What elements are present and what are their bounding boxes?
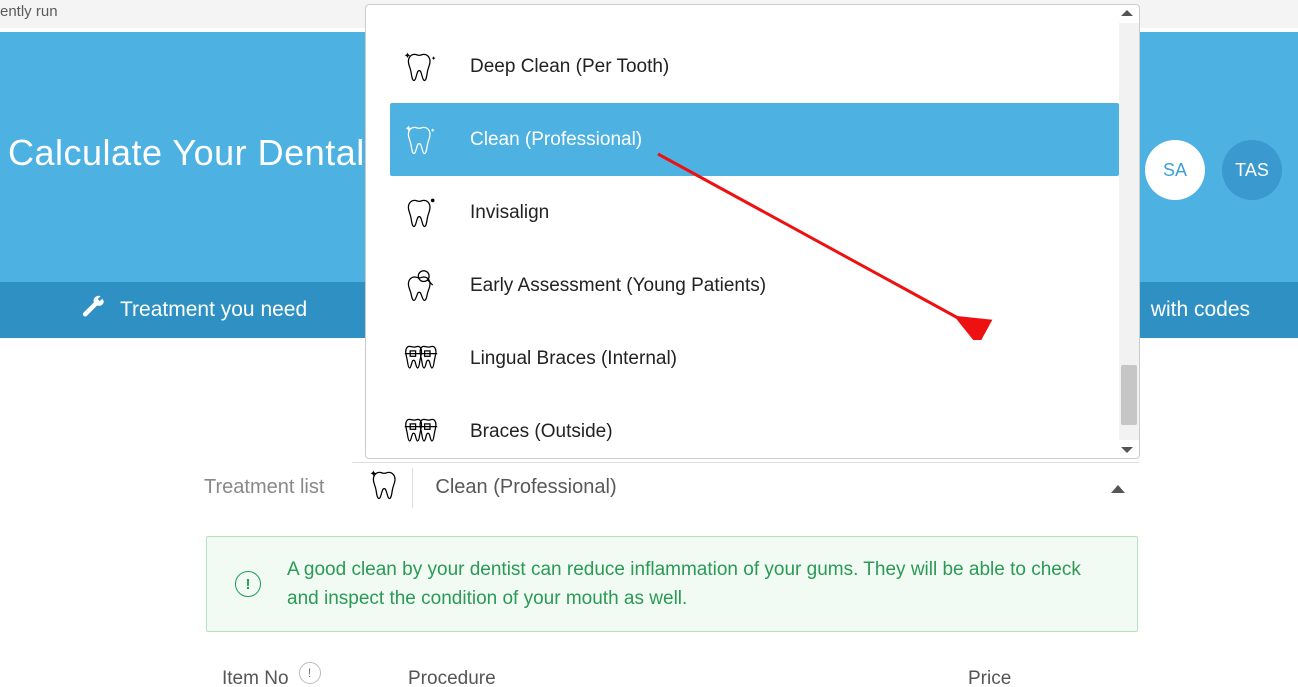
treatment-select-row: Treatment list Clean (Professional) — [204, 462, 1139, 512]
tooth-sparkle-icon — [402, 121, 440, 159]
dropdown-option-label: Lingual Braces (Internal) — [470, 348, 677, 370]
treatment-dropdown-panel: Deep Clean (Per Tooth) Clean (Profession… — [365, 4, 1140, 459]
tab-label: Treatment you need — [120, 298, 307, 322]
state-pill-sa[interactable]: SA — [1145, 140, 1205, 200]
dropdown-option-label: Deep Clean (Per Tooth) — [470, 56, 669, 78]
dropdown-option-invisalign[interactable]: Invisalign — [366, 176, 1119, 249]
treatment-select-value: Clean (Professional) — [435, 476, 616, 499]
braces-icon — [402, 340, 440, 378]
treatment-select[interactable]: Clean (Professional) — [352, 462, 1139, 512]
truncated-text: ently run — [0, 3, 58, 20]
info-badge-icon[interactable]: ! — [299, 662, 321, 684]
tooth-sparkle-icon — [402, 48, 440, 86]
info-icon: ! — [235, 571, 261, 597]
tooth-sparkle-icon — [368, 467, 404, 508]
dropdown-option-label: Invisalign — [470, 202, 549, 224]
column-header-procedure: Procedure — [408, 668, 968, 687]
dropdown-option-clean-professional[interactable]: Clean (Professional) — [390, 103, 1119, 176]
braces-icon — [402, 413, 440, 451]
scrollbar-thumb[interactable] — [1121, 365, 1137, 425]
scroll-up-button[interactable] — [1121, 10, 1133, 16]
tooth-dot-icon — [402, 194, 440, 232]
tab-treatment-you-need[interactable]: Treatment you need — [80, 294, 307, 326]
price-table-header: Item No ! Procedure Price — [222, 668, 1142, 687]
dropdown-option-braces-outside[interactable]: Braces (Outside) — [366, 395, 1119, 458]
treatment-list-label: Treatment list — [204, 476, 324, 499]
dropdown-list: Deep Clean (Per Tooth) Clean (Profession… — [366, 5, 1119, 458]
dropdown-option-label: Early Assessment (Young Patients) — [470, 275, 766, 297]
column-header-item-no: Item No ! — [222, 668, 408, 687]
info-text: A good clean by your dentist can reduce … — [287, 555, 1109, 614]
chevron-up-icon — [1111, 485, 1125, 493]
info-callout: ! A good clean by your dentist can reduc… — [206, 536, 1138, 632]
tab-with-codes[interactable]: with codes — [1151, 298, 1250, 322]
dropdown-option-early-assessment[interactable]: Early Assessment (Young Patients) — [366, 249, 1119, 322]
dropdown-option-lingual-braces[interactable]: Lingual Braces (Internal) — [366, 322, 1119, 395]
column-header-price: Price — [968, 668, 1011, 687]
tooth-magnify-icon — [402, 267, 440, 305]
dropdown-option-label: Clean (Professional) — [470, 129, 642, 151]
scroll-down-button[interactable] — [1121, 447, 1133, 453]
wrench-icon — [80, 294, 106, 326]
state-pill-tas[interactable]: TAS — [1222, 140, 1282, 200]
divider — [412, 468, 413, 508]
dropdown-option-label: Braces (Outside) — [470, 421, 613, 443]
dropdown-option-deep-clean[interactable]: Deep Clean (Per Tooth) — [366, 31, 1119, 103]
